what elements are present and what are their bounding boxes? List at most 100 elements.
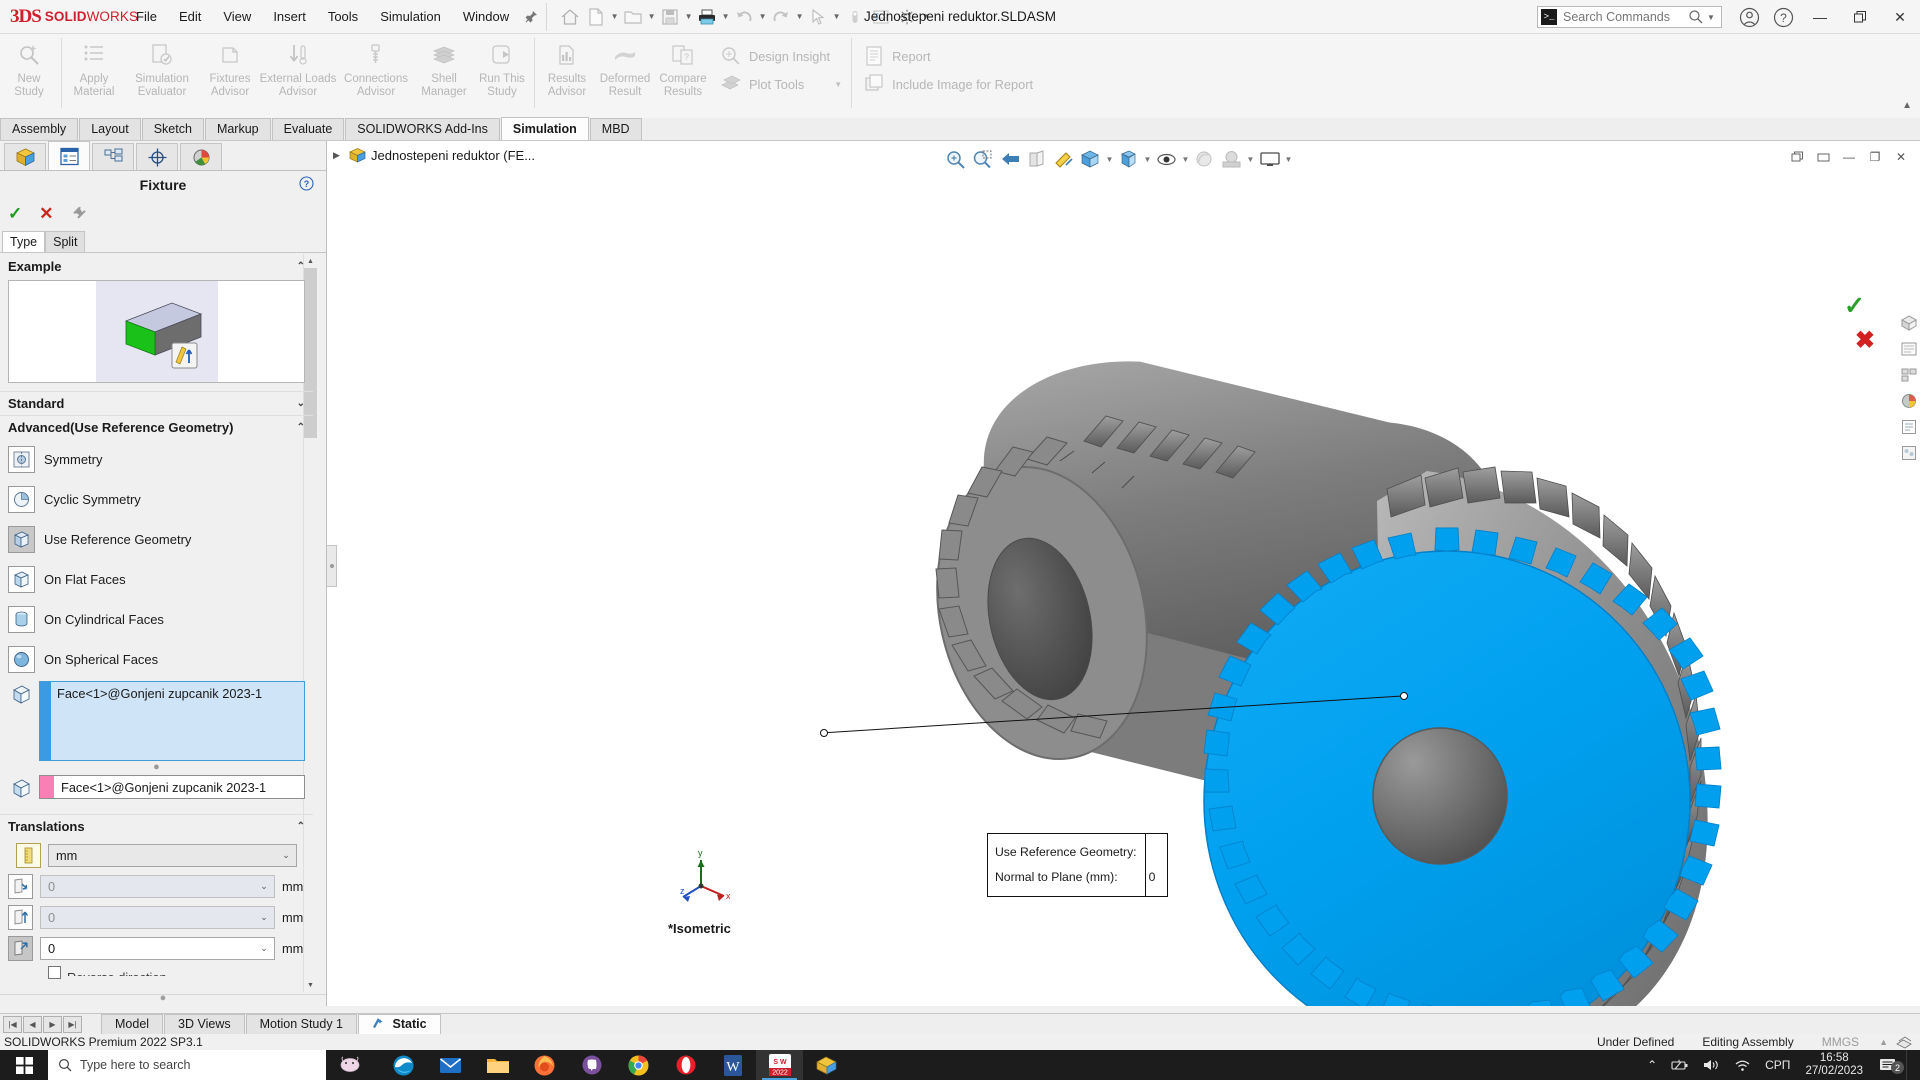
zoom-to-fit-icon[interactable] (942, 144, 969, 174)
ribbon-collapse-icon[interactable]: ▲ (1902, 100, 1912, 111)
fixture-callout[interactable]: Use Reference Geometry: Normal to Plane … (987, 833, 1168, 897)
collaboration-pane-icon[interactable] (1898, 441, 1920, 465)
select-dropdown-icon[interactable]: ▼ (831, 4, 842, 30)
overlay-icon[interactable] (1894, 1035, 1920, 1049)
previous-view-icon[interactable] (996, 144, 1023, 174)
tab-type[interactable]: Type (2, 231, 46, 252)
section-view-icon[interactable] (1023, 144, 1050, 174)
reference-item[interactable]: Face<1>@Gonjeni zupcanik 2023-1 (54, 780, 304, 795)
translation-normal-to-plane-icon[interactable] (8, 936, 33, 961)
fixture-type-use-reference-geometry[interactable]: Use Reference Geometry (0, 519, 313, 559)
display-manager-tab[interactable] (180, 143, 222, 170)
display-state-icon[interactable] (1256, 144, 1283, 174)
bottom-tab-model[interactable]: Model (101, 1014, 164, 1034)
search-input-placeholder[interactable]: Search Commands (1557, 10, 1688, 24)
save-icon[interactable] (657, 4, 683, 30)
options-dropdown-icon[interactable]: ▼ (920, 4, 931, 30)
confirm-corner-ok-icon[interactable]: ✓ (1844, 291, 1865, 321)
menu-simulation[interactable]: Simulation (369, 0, 452, 34)
tab-simulation[interactable]: Simulation (500, 117, 589, 140)
home-icon[interactable] (557, 4, 583, 30)
selected-entities-listbox[interactable]: Face<1>@Gonjeni zupcanik 2023-1 (39, 681, 305, 761)
status-units[interactable]: MMGS (1808, 1035, 1873, 1049)
start-button[interactable] (0, 1050, 48, 1080)
window-close-button[interactable]: ✕ (1880, 0, 1920, 34)
reverse-direction-row[interactable]: Reverse direction (0, 966, 313, 979)
taskbar-app-chrome[interactable] (615, 1050, 662, 1080)
dimxpert-manager-tab[interactable] (136, 143, 178, 170)
print-icon[interactable] (694, 4, 720, 30)
search-commands-box[interactable]: >_ Search Commands ▼ (1537, 6, 1722, 28)
nav-last-icon[interactable]: ▶| (63, 1015, 82, 1033)
rebuild-icon[interactable] (868, 4, 894, 30)
chevron-down-icon[interactable]: ⌄ (276, 850, 296, 861)
property-manager-tab[interactable] (48, 141, 90, 170)
display-state-dropdown-icon[interactable]: ▼ (1283, 144, 1294, 174)
taskbar-app-solidworks[interactable]: S W 2022 (756, 1050, 803, 1080)
ok-button[interactable]: ✓ (8, 204, 22, 224)
display-style-dropdown-icon[interactable]: ▼ (1142, 144, 1153, 174)
undo-dropdown-icon[interactable]: ▼ (757, 4, 768, 30)
ribbon-simulation-evaluator[interactable]: Simulation Evaluator (123, 34, 201, 116)
reference-entity-field[interactable]: Face<1>@Gonjeni zupcanik 2023-1 (39, 775, 305, 799)
new-document-dropdown-icon[interactable]: ▼ (609, 4, 620, 30)
section-advanced[interactable]: Advanced(Use Reference Geometry) ⌃ (0, 415, 313, 439)
battery-icon[interactable] (1664, 1058, 1696, 1072)
custom-properties-icon[interactable] (1898, 415, 1920, 439)
close-doc-window-icon[interactable]: ✕ (1888, 146, 1914, 168)
user-account-icon[interactable] (1732, 0, 1766, 34)
menu-window[interactable]: Window (452, 0, 520, 34)
measure-icon[interactable] (1050, 144, 1077, 174)
help-icon[interactable]: ? (1766, 0, 1800, 34)
panel-resize-dot[interactable]: ● (0, 992, 326, 1004)
print-dropdown-icon[interactable]: ▼ (720, 4, 731, 30)
maximize-doc-window-icon[interactable]: ❐ (1862, 146, 1888, 168)
ribbon-shell-manager[interactable]: Shell Manager (415, 34, 473, 116)
translation-value-2[interactable]: 0 ⌄ (40, 906, 275, 929)
wifi-icon[interactable] (1727, 1058, 1758, 1072)
section-translations[interactable]: Translations ⌃ (0, 814, 313, 838)
callout-value[interactable]: 0 (1149, 865, 1167, 890)
display-style-icon[interactable] (1115, 144, 1142, 174)
taskbar-app-viber[interactable] (568, 1050, 615, 1080)
tab-solidworks-addins[interactable]: SOLIDWORKS Add-Ins (345, 118, 500, 140)
panel-collapse-grip[interactable] (327, 545, 337, 587)
view-orientation-icon[interactable] (1077, 144, 1104, 174)
menu-view[interactable]: View (212, 0, 262, 34)
selection-item[interactable]: Face<1>@Gonjeni zupcanik 2023-1 (51, 682, 304, 760)
select-cursor-icon[interactable] (805, 4, 831, 30)
pin-icon[interactable] (520, 0, 542, 34)
tab-assembly[interactable]: Assembly (0, 118, 79, 140)
reverse-direction-checkbox[interactable] (48, 966, 61, 979)
tab-markup[interactable]: Markup (204, 118, 271, 140)
apply-scene-icon[interactable] (1191, 144, 1218, 174)
resize-handle[interactable]: ● (0, 762, 313, 773)
ribbon-apply-material[interactable]: Apply Material (65, 34, 123, 116)
graphics-viewport[interactable]: ▶ Jednostepeni reduktor (FE... ▼ ▼ ▼ ▼ ▼ (327, 141, 1920, 1006)
taskbar-search-box[interactable]: Type here to search (48, 1050, 326, 1080)
ribbon-design-insight[interactable]: Design Insight (712, 42, 848, 70)
undo-icon[interactable] (731, 4, 757, 30)
pin-icon[interactable] (71, 206, 87, 222)
section-example[interactable]: Example ⌃ (0, 254, 313, 278)
ribbon-include-image-for-report[interactable]: Include Image for Report (855, 70, 1039, 98)
redo-icon[interactable] (768, 4, 794, 30)
ribbon-connections-advisor[interactable]: Connections Advisor (337, 34, 415, 116)
cortana-icon[interactable] (326, 1050, 374, 1080)
taskbar-app-mail[interactable] (427, 1050, 474, 1080)
restore-doc-window-icon[interactable] (1784, 146, 1810, 168)
taskbar-clock[interactable]: 16:58 27/02/2023 (1797, 1052, 1871, 1078)
ribbon-fixtures-advisor[interactable]: Fixtures Advisor (201, 34, 259, 116)
search-dropdown-icon[interactable]: ▼ (1704, 13, 1718, 22)
open-document-icon[interactable] (620, 4, 646, 30)
nav-prev-icon[interactable]: ◀ (23, 1015, 42, 1033)
translation-value-3[interactable]: 0 ⌄ (40, 937, 275, 960)
view-settings-dropdown-icon[interactable]: ▼ (1245, 144, 1256, 174)
ribbon-run-this-study[interactable]: Run This Study (473, 34, 531, 116)
taskbar-app-opera[interactable] (662, 1050, 709, 1080)
ribbon-deformed-result[interactable]: Deformed Result (596, 34, 654, 116)
taskbar-app-word[interactable]: W (709, 1050, 756, 1080)
help-icon[interactable]: ? (299, 176, 314, 191)
tab-evaluate[interactable]: Evaluate (271, 118, 345, 140)
file-explorer-pane-icon[interactable] (1898, 337, 1920, 361)
